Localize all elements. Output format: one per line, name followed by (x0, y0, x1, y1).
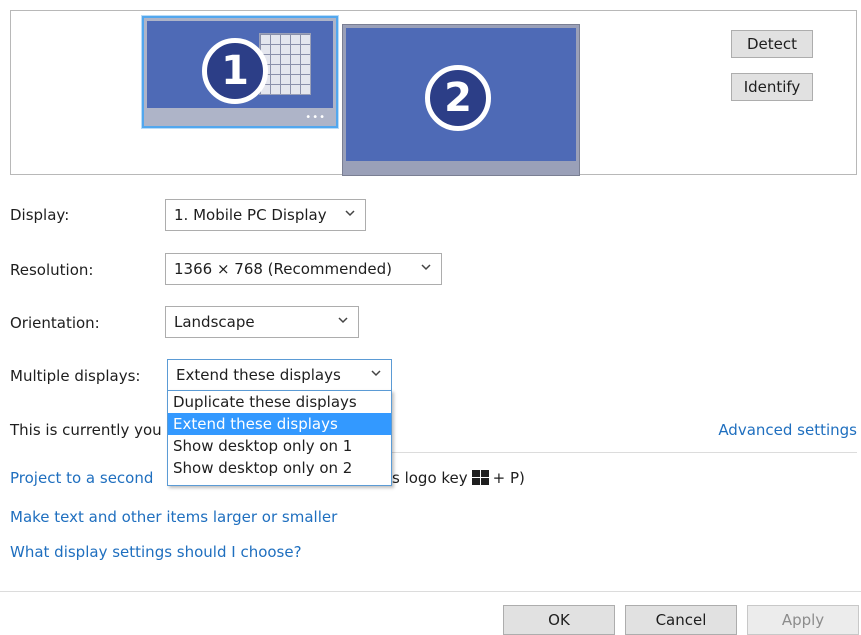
project-second-screen-link[interactable]: Project to a second (10, 469, 153, 487)
project-shortcut-text-b: + P) (492, 469, 525, 487)
monitor-2-number-badge: 2 (425, 65, 491, 131)
chevron-down-icon (421, 264, 431, 271)
resolution-label: Resolution: (10, 261, 94, 279)
windows-logo-icon (471, 470, 489, 485)
dropdown-option-only-1[interactable]: Show desktop only on 1 (168, 435, 391, 457)
identify-button[interactable]: Identify (731, 73, 813, 101)
ok-button[interactable]: OK (503, 605, 615, 635)
monitor-1-selected[interactable]: 1 ••• (142, 16, 338, 128)
dropdown-option-extend[interactable]: Extend these displays (168, 413, 391, 435)
apply-button[interactable]: Apply (747, 605, 859, 635)
display-select[interactable]: 1. Mobile PC Display (165, 199, 366, 231)
orientation-select-value: Landscape (174, 313, 255, 331)
detect-button[interactable]: Detect (731, 30, 813, 58)
text-size-link[interactable]: Make text and other items larger or smal… (10, 508, 337, 526)
display-settings-help-link[interactable]: What display settings should I choose? (10, 543, 302, 561)
project-shortcut-hint: s logo key + P) (392, 469, 525, 487)
display-label: Display: (10, 206, 70, 224)
orientation-select[interactable]: Landscape (165, 306, 359, 338)
multiple-displays-select[interactable]: Extend these displays (167, 359, 392, 391)
project-shortcut-text-a: s logo key (392, 469, 468, 487)
monitor-2[interactable]: 2 (342, 24, 580, 176)
orientation-label: Orientation: (10, 314, 100, 332)
dropdown-option-duplicate[interactable]: Duplicate these displays (168, 391, 391, 413)
chevron-down-icon (338, 317, 348, 324)
chevron-down-icon (345, 210, 355, 217)
display-select-value: 1. Mobile PC Display (174, 206, 327, 224)
current-display-status-text: This is currently you (10, 421, 162, 439)
advanced-settings-link[interactable]: Advanced settings (718, 421, 857, 439)
multiple-displays-select-value: Extend these displays (176, 366, 341, 384)
taskbar-dots-icon: ••• (305, 112, 326, 123)
footer-divider (0, 591, 861, 592)
cancel-button[interactable]: Cancel (625, 605, 737, 635)
dropdown-option-only-2[interactable]: Show desktop only on 2 (168, 457, 391, 479)
resolution-select[interactable]: 1366 × 768 (Recommended) (165, 253, 442, 285)
multiple-displays-label: Multiple displays: (10, 367, 141, 385)
monitor-1-number-badge: 1 (202, 38, 268, 104)
multiple-displays-dropdown-list: Duplicate these displays Extend these di… (167, 390, 392, 486)
resolution-select-value: 1366 × 768 (Recommended) (174, 260, 393, 278)
monitor-arrangement-panel: 2 1 ••• Detect Identify (10, 10, 857, 176)
chevron-down-icon (371, 370, 381, 377)
